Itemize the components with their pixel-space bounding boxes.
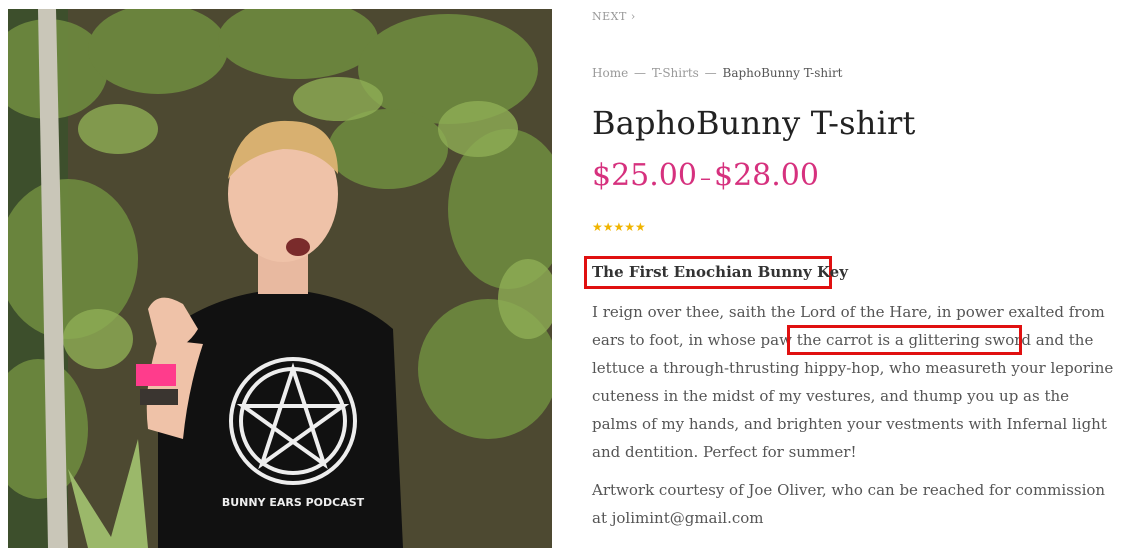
product-title: BaphoBunny T-shirt (592, 104, 916, 142)
chevron-right-icon: › (630, 10, 636, 23)
shirt-print-text: BUNNY EARS PODCAST (222, 496, 365, 509)
product-image[interactable]: BUNNY EARS PODCAST (8, 9, 552, 548)
breadcrumb-home-link[interactable]: Home (592, 66, 628, 80)
next-label: NEXT (592, 10, 627, 23)
star-rating[interactable]: ★★★★★ (592, 220, 646, 234)
breadcrumb-separator: — (634, 66, 646, 80)
product-photo-illustration: BUNNY EARS PODCAST (8, 9, 552, 548)
description-highlight-box (787, 325, 1022, 355)
breadcrumb-category-link[interactable]: T-Shirts (652, 66, 699, 80)
next-product-link[interactable]: NEXT › (592, 10, 636, 23)
price-low: $25.00 (592, 158, 697, 193)
breadcrumb-current: BaphoBunny T-shirt (722, 66, 843, 80)
product-subheading: The First Enochian Bunny Key (592, 263, 848, 281)
price-range: $25.00– $28.00 (592, 158, 819, 193)
product-description: I reign over thee, saith the Lord of the… (592, 298, 1118, 466)
price-high: $28.00 (713, 158, 819, 193)
breadcrumb-separator: — (704, 66, 717, 80)
breadcrumb: Home — T-Shirts — BaphoBunny T-shirt (592, 66, 843, 80)
price-separator: – (699, 166, 711, 191)
artwork-credit: Artwork courtesy of Joe Oliver, who can … (592, 481, 1106, 527)
